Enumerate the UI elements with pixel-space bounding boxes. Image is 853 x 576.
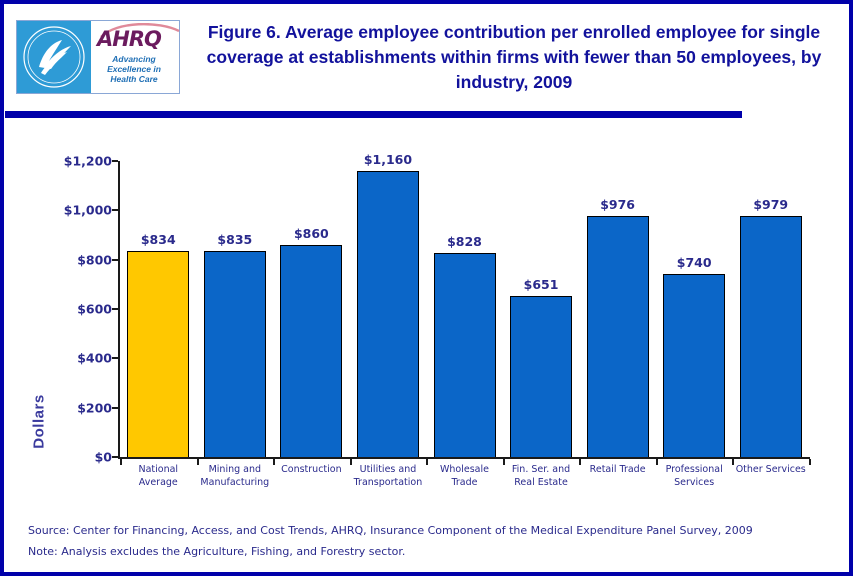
y-axis-tick-label: $1,200 bbox=[63, 153, 112, 169]
hhs-seal-icon bbox=[17, 21, 91, 93]
bar[interactable] bbox=[127, 251, 189, 457]
header: AHRQ Advancing Excellence in Health Care… bbox=[4, 4, 849, 118]
y-axis-tick-mark bbox=[112, 258, 118, 261]
y-axis-tick-label: $1,000 bbox=[63, 202, 112, 218]
x-axis-tick-mark bbox=[503, 459, 505, 465]
bar-value-label: $979 bbox=[753, 197, 789, 212]
bar-value-label: $976 bbox=[600, 197, 635, 212]
bar-value-label: $651 bbox=[523, 277, 559, 292]
bar[interactable] bbox=[740, 216, 802, 457]
x-axis-category-line: Other Services bbox=[735, 464, 806, 475]
y-axis-tick-mark bbox=[112, 456, 118, 458]
y-axis-tick-mark bbox=[112, 308, 118, 310]
y-axis-tick-label: $600 bbox=[77, 301, 112, 317]
bar[interactable] bbox=[357, 171, 419, 457]
x-axis-line bbox=[118, 457, 810, 459]
agency-logo: AHRQ Advancing Excellence in Health Care bbox=[16, 20, 180, 94]
analysis-note: Note: Analysis excludes the Agriculture,… bbox=[28, 545, 406, 558]
y-axis-tick-mark bbox=[112, 209, 118, 212]
x-axis-tick-mark bbox=[273, 459, 275, 465]
hhs-seal-svg bbox=[23, 26, 85, 88]
footer: Source: Center for Financing, Access, an… bbox=[4, 520, 849, 572]
x-axis-category-label: Other Services bbox=[721, 463, 821, 476]
x-axis-tick-mark bbox=[426, 459, 428, 465]
bar-chart: Dollars $0 $200 $400 $600 $800 $1,000 $1,200 $… bbox=[4, 118, 849, 514]
bar[interactable] bbox=[434, 253, 496, 457]
bar[interactable] bbox=[587, 216, 649, 457]
bar-value-label: $828 bbox=[447, 234, 482, 249]
y-axis-tick-mark bbox=[112, 406, 118, 409]
y-axis-tick-label: $200 bbox=[77, 400, 112, 416]
bar[interactable] bbox=[510, 296, 572, 457]
figure-title: Figure 6. Average employee contribution … bbox=[206, 22, 822, 92]
x-axis-category-line: Manufacturing bbox=[200, 477, 270, 488]
y-axis-tick-mark bbox=[112, 357, 118, 360]
x-axis-category-line: Services bbox=[674, 477, 715, 488]
bar[interactable] bbox=[663, 274, 725, 457]
y-axis-tick-label: $0 bbox=[94, 449, 112, 465]
ahrq-tagline-line2: Excellence in bbox=[107, 64, 161, 74]
y-axis-line bbox=[118, 161, 120, 458]
x-axis-tick-mark bbox=[732, 459, 734, 465]
figure-page: AHRQ Advancing Excellence in Health Care… bbox=[0, 0, 853, 576]
y-axis-tick-labels: $0 $200 $400 $600 $800 $1,000 $1,200 bbox=[44, 118, 112, 514]
header-divider bbox=[5, 111, 742, 118]
y-axis-tick-label: $800 bbox=[77, 252, 112, 268]
ahrq-logo: AHRQ Advancing Excellence in Health Care bbox=[91, 21, 180, 93]
x-axis-tick-mark bbox=[656, 459, 658, 465]
y-axis-tick-mark bbox=[112, 160, 118, 162]
source-note: Source: Center for Financing, Access, an… bbox=[28, 524, 753, 537]
ahrq-wordmark: AHRQ bbox=[97, 27, 162, 51]
bar-value-label: $860 bbox=[293, 226, 329, 241]
x-axis-tick-mark bbox=[120, 459, 122, 465]
x-axis-tick-mark bbox=[197, 459, 199, 465]
x-axis-tick-mark bbox=[350, 459, 352, 465]
ahrq-tagline-line3: Health Care bbox=[110, 74, 158, 84]
ahrq-tagline-line1: Advancing bbox=[112, 54, 156, 64]
x-axis-tick-mark bbox=[579, 459, 581, 465]
x-axis-tick-mark bbox=[809, 459, 811, 465]
bar-value-label: $1,160 bbox=[363, 152, 413, 167]
bar-value-label: $740 bbox=[676, 255, 712, 270]
y-axis-tick-label: $400 bbox=[77, 350, 112, 366]
x-axis-category-line: Real Estate bbox=[514, 477, 568, 488]
bar[interactable] bbox=[204, 251, 266, 457]
bar[interactable] bbox=[280, 245, 342, 457]
